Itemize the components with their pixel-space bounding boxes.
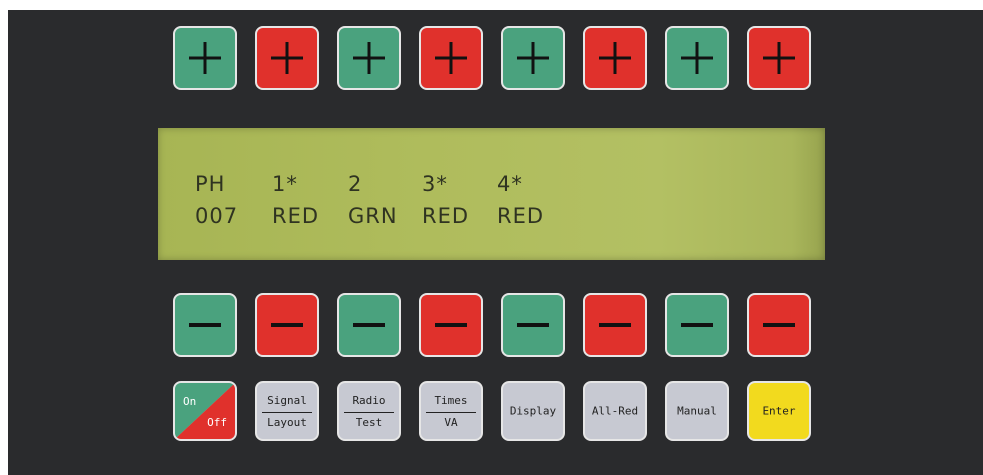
lcd-display: PH 1* 2 3* 4* 007 RED GRN RED RED	[158, 128, 825, 260]
decrement-button-7[interactable]	[665, 293, 729, 357]
decrement-button-5[interactable]	[501, 293, 565, 357]
lcd-state-2: GRN	[348, 204, 398, 228]
times-va-button[interactable]: Times VA	[419, 381, 483, 441]
lcd-counter: 007	[195, 204, 239, 228]
decrement-button-1[interactable]	[173, 293, 237, 357]
label-divider	[262, 412, 312, 413]
enter-label: Enter	[762, 404, 796, 418]
manual-button[interactable]: Manual	[665, 381, 729, 441]
all-red-label: All-Red	[591, 404, 639, 418]
increment-button-7[interactable]	[665, 26, 729, 90]
lcd-state-4: RED	[497, 204, 545, 228]
radio-label: Radio	[352, 394, 386, 407]
on-label: On	[183, 395, 197, 408]
increment-button-1[interactable]	[173, 26, 237, 90]
lcd-phase-3: 3*	[422, 172, 448, 196]
decrement-button-4[interactable]	[419, 293, 483, 357]
test-label: Test	[355, 416, 383, 429]
increment-button-4[interactable]	[419, 26, 483, 90]
signal-layout-button[interactable]: Signal Layout	[255, 381, 319, 441]
display-button[interactable]: Display	[501, 381, 565, 441]
on-off-button[interactable]: On Off	[173, 381, 237, 441]
decrement-button-6[interactable]	[583, 293, 647, 357]
lcd-phase-2: 2	[348, 172, 363, 196]
lcd-state-1: RED	[272, 204, 320, 228]
increment-button-2[interactable]	[255, 26, 319, 90]
decrement-button-3[interactable]	[337, 293, 401, 357]
decrement-button-8[interactable]	[747, 293, 811, 357]
label-divider	[426, 412, 476, 413]
function-keys-row: On Off Signal Layout Radio Test Times VA…	[173, 381, 811, 441]
times-label: Times	[434, 394, 468, 407]
enter-button[interactable]: Enter	[747, 381, 811, 441]
increment-button-5[interactable]	[501, 26, 565, 90]
decrement-keys-row	[173, 293, 811, 357]
manual-label: Manual	[677, 404, 717, 418]
increment-button-3[interactable]	[337, 26, 401, 90]
all-red-button[interactable]: All-Red	[583, 381, 647, 441]
lcd-state-3: RED	[422, 204, 470, 228]
va-label: VA	[444, 416, 458, 429]
off-label: Off	[207, 416, 227, 429]
increment-button-8[interactable]	[747, 26, 811, 90]
signal-label: Signal	[267, 394, 307, 407]
lcd-label-phase: PH	[195, 172, 226, 196]
increment-keys-row	[173, 26, 811, 90]
lcd-phase-1: 1*	[272, 172, 298, 196]
display-label: Display	[509, 404, 557, 418]
radio-test-button[interactable]: Radio Test	[337, 381, 401, 441]
increment-button-6[interactable]	[583, 26, 647, 90]
label-divider	[344, 412, 394, 413]
on-off-split-graphic	[175, 383, 235, 439]
lcd-phase-4: 4*	[497, 172, 523, 196]
layout-label: Layout	[267, 416, 307, 429]
decrement-button-2[interactable]	[255, 293, 319, 357]
